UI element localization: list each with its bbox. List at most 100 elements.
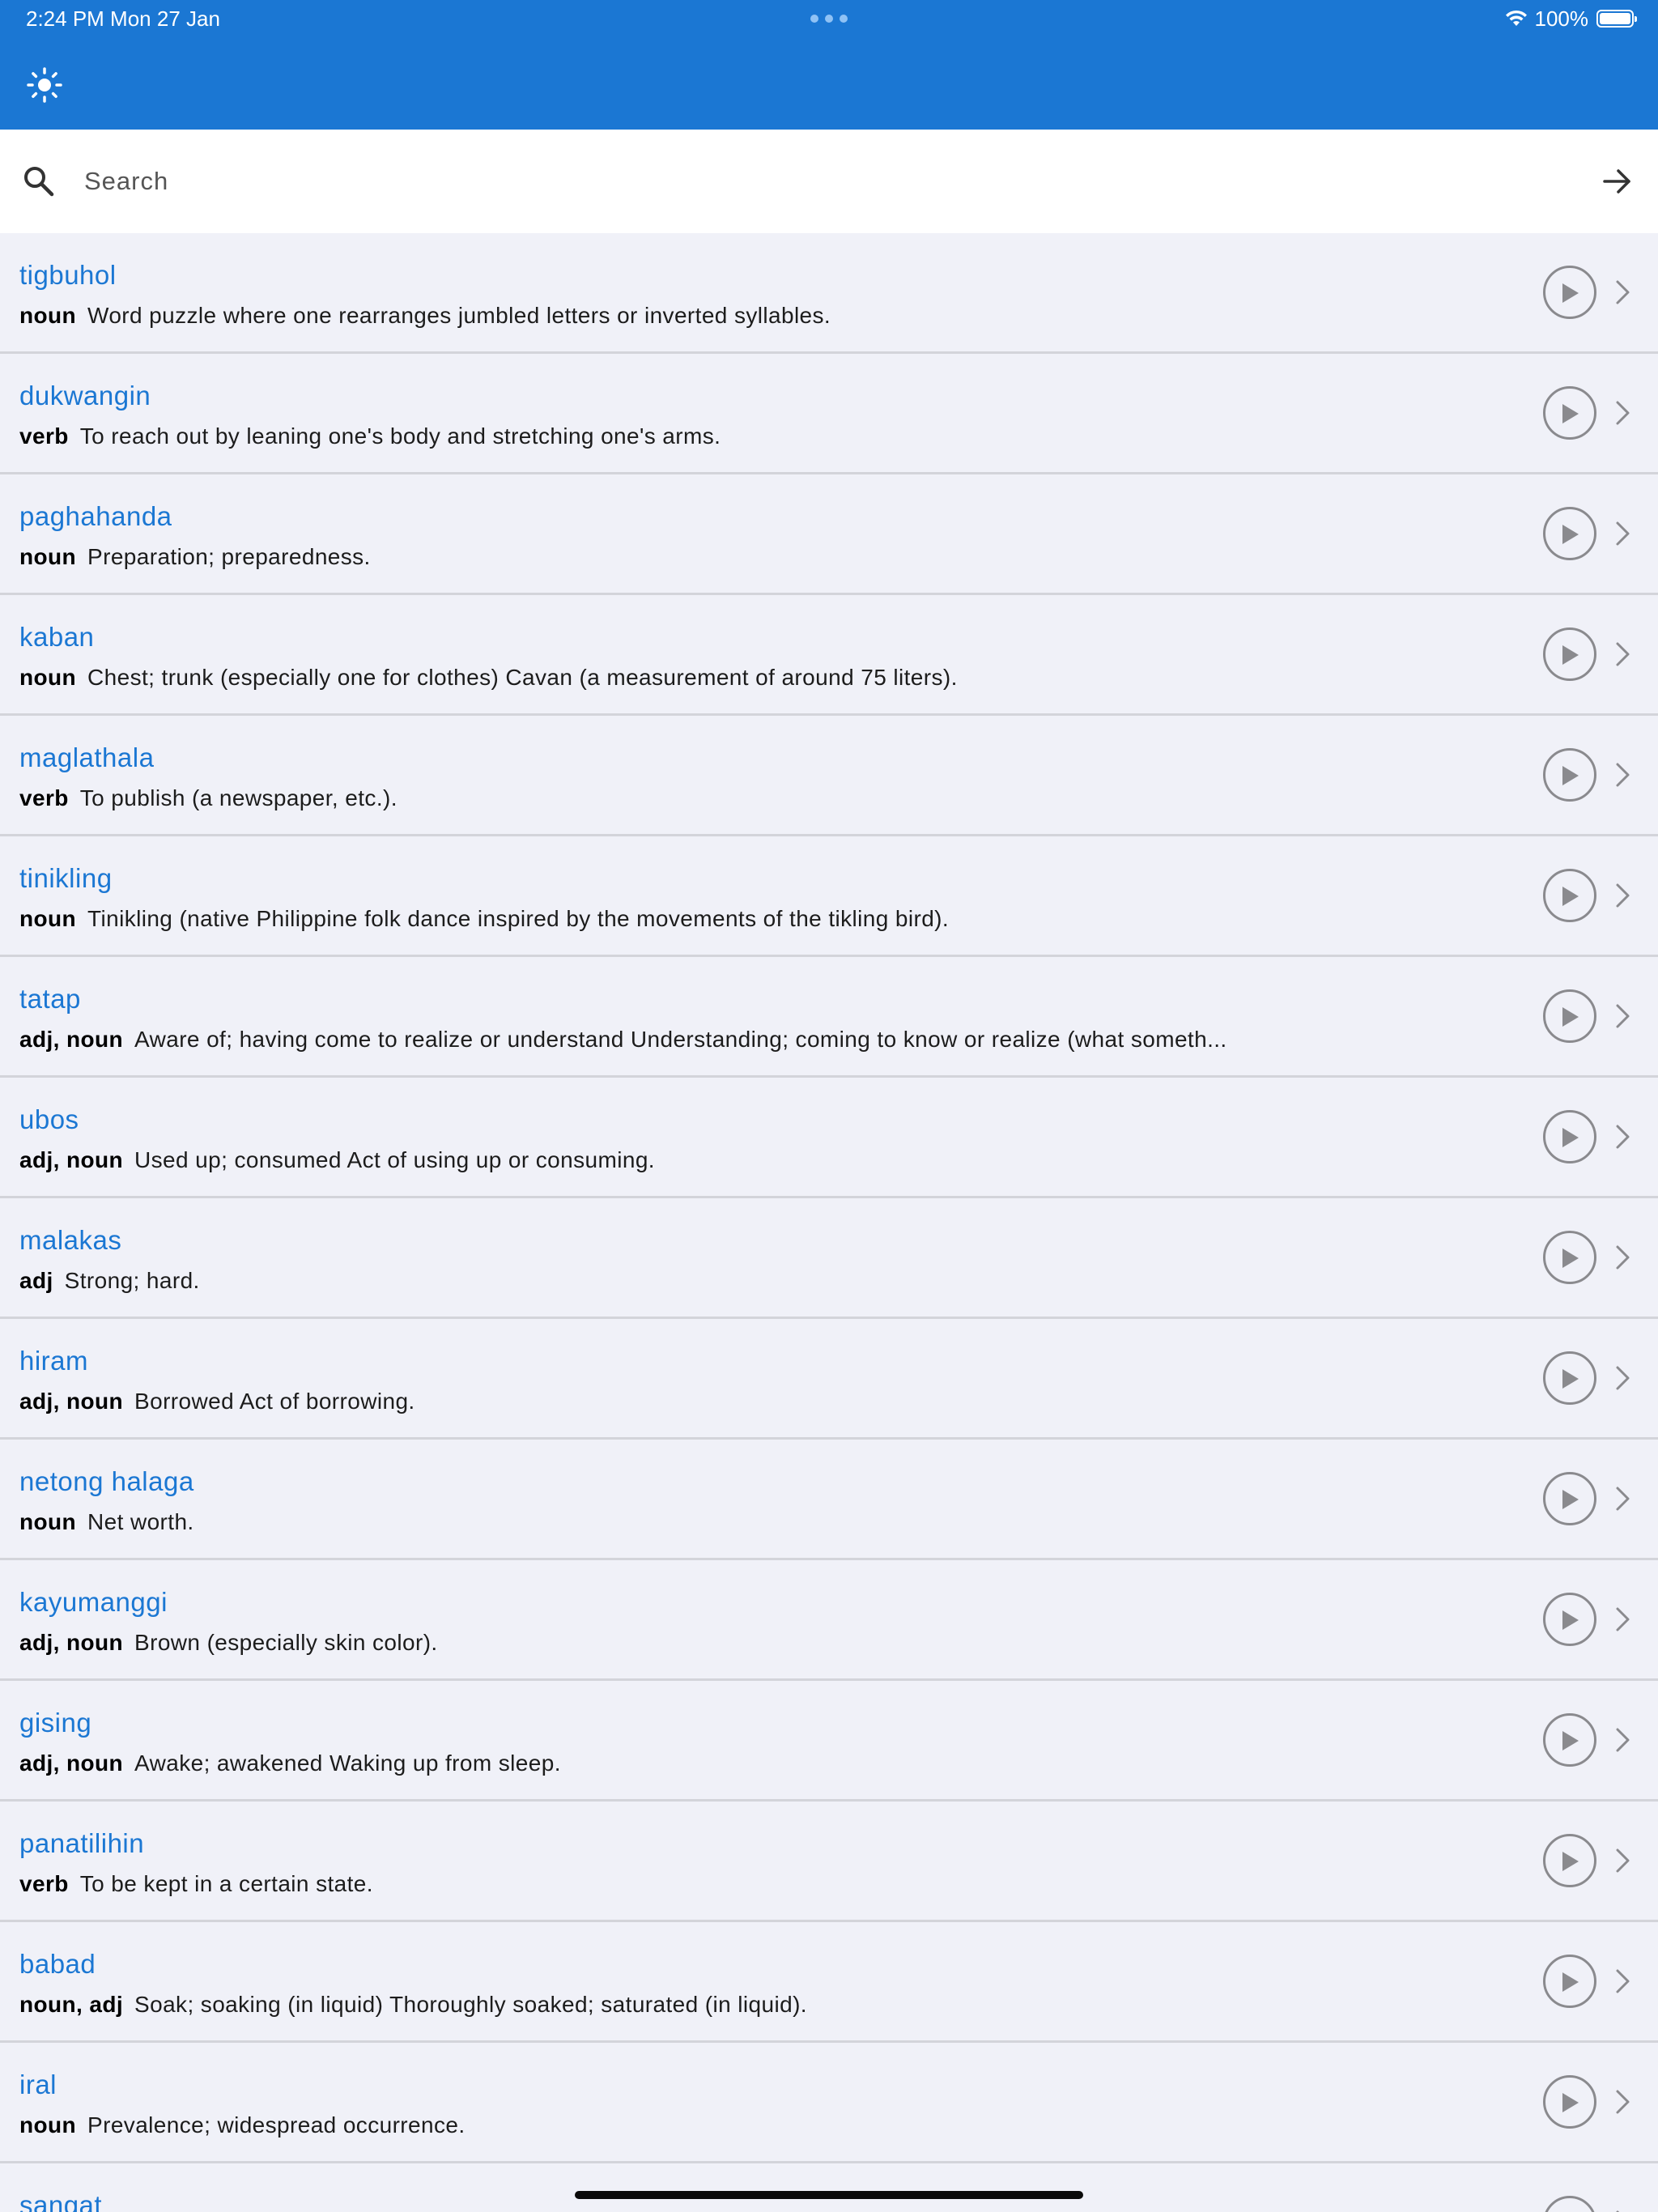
entry-part-of-speech: verb — [19, 1871, 69, 1896]
entry-definition: Awake; awakened Waking up from sleep. — [134, 1750, 561, 1776]
entry-definition-line: noun Chest; trunk (especially one for clo… — [19, 664, 958, 691]
list-item[interactable]: sangat — [0, 2163, 1658, 2212]
search-icon — [24, 167, 54, 197]
play-icon — [1562, 1007, 1579, 1027]
entry-definition-line: verb To be kept in a certain state. — [19, 1870, 373, 1898]
list-item[interactable]: tatap adj, noun Aware of; having come to r… — [0, 957, 1658, 1078]
entry-part-of-speech: noun — [19, 2112, 77, 2138]
entry-definition-line: verb To publish (a newspaper, etc.). — [19, 785, 397, 812]
list-item[interactable]: ubos adj, noun Used up; consumed Act of us… — [0, 1078, 1658, 1198]
entry-definition-line: noun Tinikling (native Philippine folk da… — [19, 905, 949, 933]
play-audio-button[interactable] — [1543, 1110, 1596, 1163]
entry-part-of-speech: adj, noun — [19, 1027, 124, 1052]
list-item[interactable]: netong halaga noun Net worth. — [0, 1440, 1658, 1560]
play-audio-button[interactable] — [1543, 748, 1596, 802]
arrow-right-icon[interactable] — [1601, 165, 1634, 198]
list-item[interactable]: babad noun, adj Soak; soaking (in liquid) … — [0, 1922, 1658, 2043]
chevron-right-icon[interactable] — [1614, 1123, 1632, 1151]
entry-definition-line: adj Strong; hard. — [19, 1267, 200, 1295]
list-item[interactable]: hiram adj, noun Borrowed Act of borrowing. — [0, 1319, 1658, 1440]
play-audio-button[interactable] — [1543, 1713, 1596, 1767]
list-item[interactable]: tinikling noun Tinikling (native Philippin… — [0, 836, 1658, 957]
list-item[interactable]: paghahanda noun Preparation; preparedness. — [0, 474, 1658, 595]
entry-part-of-speech: noun — [19, 303, 77, 328]
play-audio-button[interactable] — [1543, 869, 1596, 922]
chevron-right-icon[interactable] — [1614, 1364, 1632, 1392]
play-audio-button[interactable] — [1543, 1834, 1596, 1887]
chevron-right-icon[interactable] — [1614, 2088, 1632, 2116]
play-icon — [1562, 1490, 1579, 1509]
entry-word: kayumanggi — [19, 1587, 168, 1617]
status-indicators: 100% — [1504, 6, 1637, 31]
list-item[interactable]: maglathala verb To publish (a newspaper, e… — [0, 716, 1658, 836]
play-audio-button[interactable] — [1543, 266, 1596, 319]
entry-part-of-speech: noun — [19, 1509, 77, 1534]
chevron-right-icon[interactable] — [1614, 1244, 1632, 1271]
list-item[interactable]: kaban noun Chest; trunk (especially one fo… — [0, 595, 1658, 716]
battery-percentage: 100% — [1534, 6, 1589, 31]
entry-word: paghahanda — [19, 501, 172, 531]
home-indicator[interactable] — [575, 2191, 1083, 2199]
play-audio-button[interactable] — [1543, 627, 1596, 681]
entry-definition: Tinikling (native Philippine folk dance … — [87, 906, 950, 931]
play-audio-button[interactable] — [1543, 2075, 1596, 2129]
entry-part-of-speech: adj, noun — [19, 1750, 124, 1776]
play-icon — [1562, 1852, 1579, 1871]
play-audio-button[interactable] — [1543, 1593, 1596, 1646]
app-bar: 2:24 PM Mon 27 Jan 100% — [0, 0, 1658, 130]
chevron-right-icon[interactable] — [1614, 1967, 1632, 1995]
chevron-right-icon[interactable] — [1614, 882, 1632, 909]
entry-part-of-speech: adj, noun — [19, 1630, 124, 1655]
entry-word: ubos — [19, 1104, 79, 1134]
play-audio-button[interactable] — [1543, 507, 1596, 560]
chevron-right-icon[interactable] — [1614, 1726, 1632, 1754]
entry-word: tinikling — [19, 863, 113, 893]
play-audio-button[interactable] — [1543, 2196, 1596, 2212]
entry-definition: Soak; soaking (in liquid) Thoroughly soa… — [134, 1992, 807, 2017]
entry-word: maglathala — [19, 742, 155, 772]
chevron-right-icon[interactable] — [1614, 1002, 1632, 1030]
entry-definition-line: noun Word puzzle where one rearranges jum… — [19, 302, 831, 330]
entry-definition-line: noun Prevalence; widespread occurrence. — [19, 2112, 466, 2139]
list-item[interactable]: panatilihin verb To be kept in a certain s… — [0, 1802, 1658, 1922]
entry-word: malakas — [19, 1225, 122, 1255]
entry-definition-line: noun Preparation; preparedness. — [19, 543, 371, 571]
entry-definition-line: adj, noun Borrowed Act of borrowing. — [19, 1388, 415, 1415]
entry-word: sangat — [19, 2190, 103, 2212]
chevron-right-icon[interactable] — [1614, 1606, 1632, 1633]
list-item[interactable]: tigbuhol noun Word puzzle where one rearra… — [0, 233, 1658, 354]
play-audio-button[interactable] — [1543, 989, 1596, 1043]
list-item[interactable]: dukwangin verb To reach out by leaning one… — [0, 354, 1658, 474]
chevron-right-icon[interactable] — [1614, 520, 1632, 547]
list-item[interactable]: kayumanggi adj, noun Brown (especially ski… — [0, 1560, 1658, 1681]
entry-definition: Strong; hard. — [64, 1268, 200, 1293]
entry-definition-line: noun, adj Soak; soaking (in liquid) Thoro… — [19, 1991, 807, 2018]
list-item[interactable]: malakas adj Strong; hard. — [0, 1198, 1658, 1319]
list-item[interactable]: gising adj, noun Awake; awakened Waking up… — [0, 1681, 1658, 1802]
chevron-right-icon[interactable] — [1614, 2209, 1632, 2212]
play-audio-button[interactable] — [1543, 1231, 1596, 1284]
chevron-right-icon[interactable] — [1614, 1847, 1632, 1874]
sun-icon[interactable] — [26, 66, 63, 104]
chevron-right-icon[interactable] — [1614, 399, 1632, 427]
entry-definition: Chest; trunk (especially one for clothes… — [87, 665, 958, 690]
play-icon — [1562, 1369, 1579, 1389]
chevron-right-icon[interactable] — [1614, 761, 1632, 789]
entry-word: dukwangin — [19, 381, 151, 410]
search-input[interactable] — [84, 157, 1541, 206]
play-audio-button[interactable] — [1543, 1955, 1596, 2008]
entry-definition: Preparation; preparedness. — [87, 544, 371, 569]
play-audio-button[interactable] — [1543, 1351, 1596, 1405]
entry-word: tigbuhol — [19, 260, 117, 290]
entry-definition: Aware of; having come to realize or unde… — [134, 1027, 1227, 1052]
chevron-right-icon[interactable] — [1614, 640, 1632, 668]
entry-part-of-speech: verb — [19, 423, 69, 449]
entry-definition-line: adj, noun Aware of; having come to realiz… — [19, 1026, 1227, 1053]
play-audio-button[interactable] — [1543, 1472, 1596, 1525]
chevron-right-icon[interactable] — [1614, 1485, 1632, 1512]
multitasking-dots-icon[interactable] — [810, 15, 848, 23]
play-audio-button[interactable] — [1543, 386, 1596, 440]
chevron-right-icon[interactable] — [1614, 279, 1632, 306]
entry-definition-line: adj, noun Used up; consumed Act of using … — [19, 1146, 655, 1174]
list-item[interactable]: iral noun Prevalence; widespread occurrenc… — [0, 2043, 1658, 2163]
